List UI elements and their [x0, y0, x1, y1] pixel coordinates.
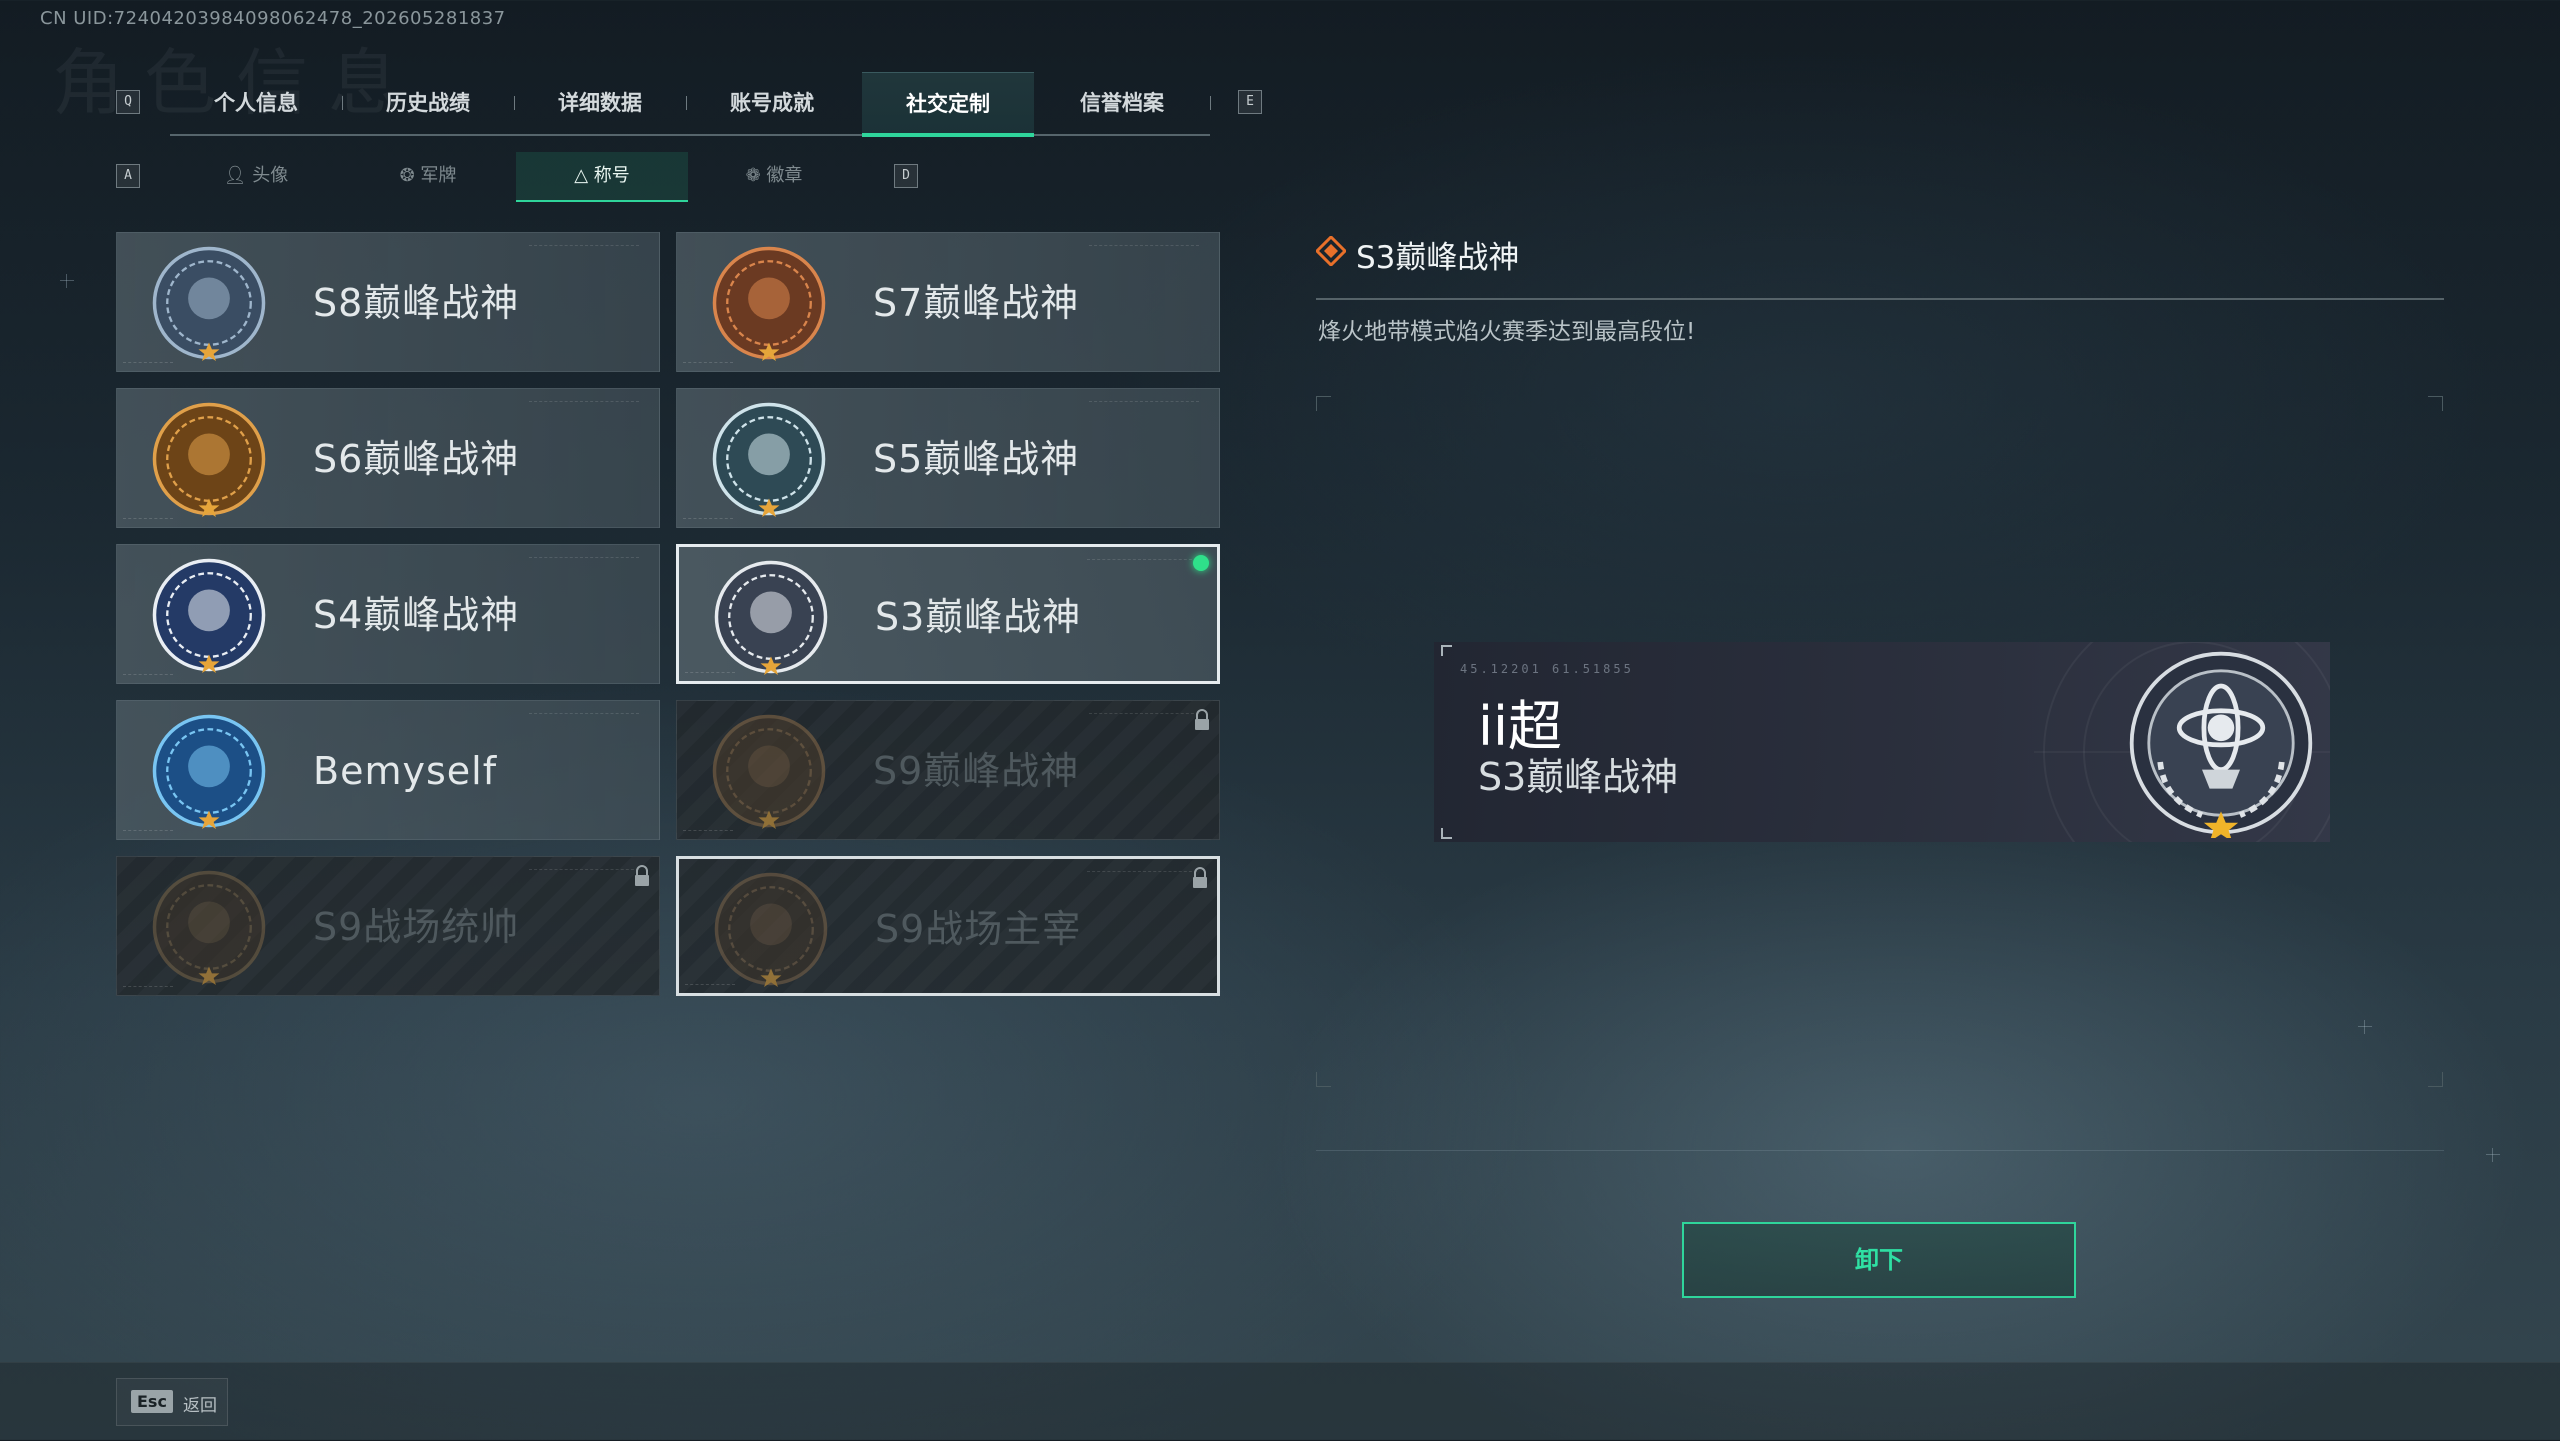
title-card[interactable]: S9战场主宰: [676, 856, 1220, 996]
crosshair-icon: [2486, 1148, 2500, 1162]
card-decoration: [529, 401, 639, 404]
next-subtab-key[interactable]: D: [894, 164, 918, 188]
title-card[interactable]: Bemyself: [116, 700, 660, 840]
sub-tabs: 👤︎ 头像 ❂ 军牌 △ 称号 ❁ 徽章: [170, 152, 870, 202]
tab-profile[interactable]: 个人信息: [170, 72, 342, 134]
card-decoration: [529, 245, 639, 248]
selected-title-description: 烽火地带模式焰火赛季达到最高段位!: [1318, 319, 1696, 345]
title-card-name: S9战场统帅: [313, 905, 520, 949]
title-card[interactable]: S9战场统帅: [116, 856, 660, 996]
card-decoration: [123, 362, 173, 365]
title-card-name: Bemyself: [313, 749, 498, 793]
bracket: [2428, 396, 2443, 411]
equipped-indicator: [1193, 555, 1209, 571]
title-card-name: S9巅峰战神: [873, 749, 1080, 793]
prev-tab-key[interactable]: Q: [116, 90, 140, 114]
card-decoration: [683, 518, 733, 521]
dogtag-icon: ❂: [399, 165, 415, 186]
crosshair-icon: [60, 274, 74, 288]
title-card-name: S4巅峰战神: [313, 593, 520, 637]
title-card[interactable]: S5巅峰战神: [676, 388, 1220, 528]
preview-title: S3巅峰战神: [1478, 755, 1679, 799]
bracket: [1316, 396, 1331, 411]
title-emblem-icon: [152, 558, 266, 673]
title-card-name: S5巅峰战神: [873, 437, 1080, 481]
card-decoration: [1087, 871, 1197, 874]
title-emblem-icon: [712, 714, 826, 829]
tab-social-custom[interactable]: 社交定制: [862, 72, 1034, 137]
person-icon: 👤︎: [223, 165, 247, 186]
subtab-badge[interactable]: ❁ 徽章: [688, 152, 860, 200]
title-icon: △: [574, 165, 589, 186]
nameplate-preview: 45.12201 61.51855 ii超 S3巅峰战神: [1434, 642, 2330, 842]
lock-icon: [635, 865, 649, 886]
card-decoration: [529, 557, 639, 560]
title-card-name: S9战场主宰: [875, 907, 1082, 951]
divider: [1316, 1150, 2444, 1151]
card-decoration: [683, 830, 733, 833]
card-decoration: [1089, 245, 1199, 248]
unequip-button[interactable]: 卸下: [1682, 1222, 2076, 1298]
title-card[interactable]: S4巅峰战神: [116, 544, 660, 684]
subtab-avatar[interactable]: 👤︎ 头像: [170, 152, 342, 200]
preview-coordinates: 45.12201 61.51855: [1460, 662, 1634, 676]
card-decoration: [123, 518, 173, 521]
back-label: 返回: [183, 1396, 217, 1416]
lock-icon: [1195, 709, 1209, 730]
title-card-name: S8巅峰战神: [313, 281, 520, 325]
s3-emblem-icon: [2129, 651, 2313, 838]
esc-key: Esc: [131, 1390, 173, 1413]
title-emblem-icon: [712, 246, 826, 361]
card-decoration: [123, 986, 173, 989]
subtab-title[interactable]: △ 称号: [516, 152, 688, 202]
tab-achievements[interactable]: 账号成就: [686, 72, 858, 134]
divider: [1316, 298, 2444, 300]
title-emblem-icon: [152, 714, 266, 829]
prev-subtab-key[interactable]: A: [116, 164, 140, 188]
card-decoration: [1089, 713, 1199, 716]
badge-icon: ❁: [745, 165, 761, 186]
card-decoration: [529, 713, 639, 716]
title-card[interactable]: S8巅峰战神: [116, 232, 660, 372]
next-tab-key[interactable]: E: [1238, 90, 1262, 114]
main-tabs: 个人信息 历史战绩 详细数据 账号成就 社交定制 信誉档案: [170, 72, 1211, 137]
title-emblem-icon: [152, 402, 266, 517]
title-card-name: S7巅峰战神: [873, 281, 1080, 325]
title-emblem-icon: [714, 872, 828, 987]
title-emblem-icon: [712, 402, 826, 517]
bracket: [1316, 1072, 1331, 1087]
title-card[interactable]: S6巅峰战神: [116, 388, 660, 528]
back-button[interactable]: Esc 返回: [116, 1378, 228, 1426]
title-card[interactable]: S7巅峰战神: [676, 232, 1220, 372]
lock-icon: [1193, 867, 1207, 888]
tab-reputation[interactable]: 信誉档案: [1036, 72, 1208, 134]
title-diamond-icon: [1316, 236, 1346, 266]
title-emblem-icon: [152, 870, 266, 985]
crosshair-icon: [2358, 1020, 2372, 1034]
title-emblem-icon: [714, 560, 828, 675]
card-decoration: [123, 674, 173, 677]
card-decoration: [529, 869, 639, 872]
bracket: [2428, 1072, 2443, 1087]
card-decoration: [683, 362, 733, 365]
subtab-dogtag[interactable]: ❂ 军牌: [342, 152, 514, 200]
card-decoration: [1089, 401, 1199, 404]
tab-history[interactable]: 历史战绩: [342, 72, 514, 134]
tab-details[interactable]: 详细数据: [514, 72, 686, 134]
title-card-name: S6巅峰战神: [313, 437, 520, 481]
title-card-name: S3巅峰战神: [875, 595, 1082, 639]
title-card[interactable]: S3巅峰战神: [676, 544, 1220, 684]
selected-title-name: S3巅峰战神: [1356, 240, 1520, 276]
card-decoration: [1087, 559, 1197, 562]
bottom-bar: [0, 1362, 2560, 1441]
card-decoration: [123, 830, 173, 833]
title-emblem-icon: [152, 246, 266, 361]
title-card[interactable]: S9巅峰战神: [676, 700, 1220, 840]
